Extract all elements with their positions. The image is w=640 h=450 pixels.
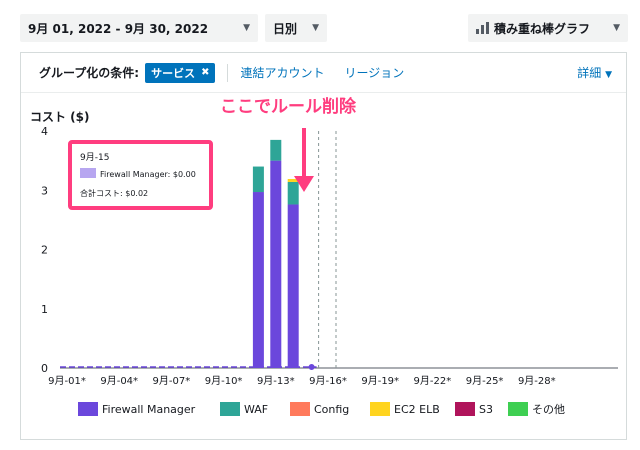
legend-swatch <box>370 402 390 416</box>
x-tick-label: 9月-28* <box>518 375 556 387</box>
y-tick-label: 1 <box>41 303 48 316</box>
x-tick-label: 9月-01* <box>48 375 86 387</box>
bar-segment <box>270 139 282 161</box>
x-tick-label: 9月-22* <box>414 375 452 387</box>
legend-label: WAF <box>244 403 268 416</box>
highlight-point <box>308 364 315 370</box>
x-tick-label: 9月-13* <box>257 375 295 387</box>
tooltip-swatch <box>80 168 96 178</box>
legend-swatch <box>508 402 528 416</box>
x-tick-label: 9月-25* <box>466 375 504 387</box>
y-tick-label: 2 <box>41 244 48 257</box>
bar-segment <box>252 192 264 368</box>
legend-swatch <box>290 402 310 416</box>
tooltip-value: Firewall Manager: $0.00 <box>100 170 196 179</box>
legend-swatch <box>455 402 475 416</box>
x-tick-label: 9月-19* <box>361 375 399 387</box>
tooltip: 9月-15 Firewall Manager: $0.00 合計コスト: $0.… <box>68 140 213 210</box>
legend-swatch <box>220 402 240 416</box>
y-tick-label: 3 <box>41 184 48 197</box>
y-axis-label: コスト ($) <box>30 110 90 124</box>
chart-canvas: コスト ($) 0 1 2 3 4 9月-01* 9月-04* 9月-07* 9月-10* 9月… <box>30 96 618 416</box>
legend-label: S3 <box>479 403 493 416</box>
bar-segment <box>252 166 264 193</box>
legend-label: Config <box>314 403 349 416</box>
legend-label: その他 <box>532 403 565 416</box>
y-tick-label: 4 <box>41 125 48 138</box>
x-tick-label: 9月-04* <box>100 375 138 387</box>
bar-segment <box>287 181 299 205</box>
annotation-text: ここでルール削除 <box>220 96 357 117</box>
legend-swatch <box>78 402 98 416</box>
tooltip-date: 9月-15 <box>80 152 109 163</box>
x-tick-label: 9月-16* <box>309 375 347 387</box>
legend-label: EC2 ELB <box>394 403 440 416</box>
x-tick-label: 9月-07* <box>153 375 191 387</box>
bar-segment <box>287 204 299 368</box>
bar-segment <box>270 160 282 368</box>
x-tick-label: 9月-10* <box>205 375 243 387</box>
y-tick-label: 0 <box>41 362 48 375</box>
tooltip-total: 合計コスト: $0.02 <box>80 188 148 198</box>
legend-label: Firewall Manager <box>102 403 196 416</box>
